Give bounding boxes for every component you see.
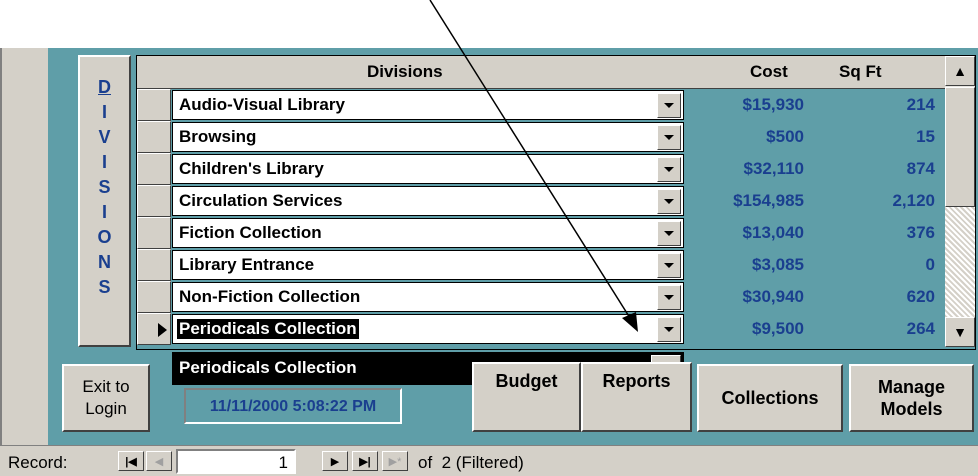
annotation-arrow [429,0,638,332]
